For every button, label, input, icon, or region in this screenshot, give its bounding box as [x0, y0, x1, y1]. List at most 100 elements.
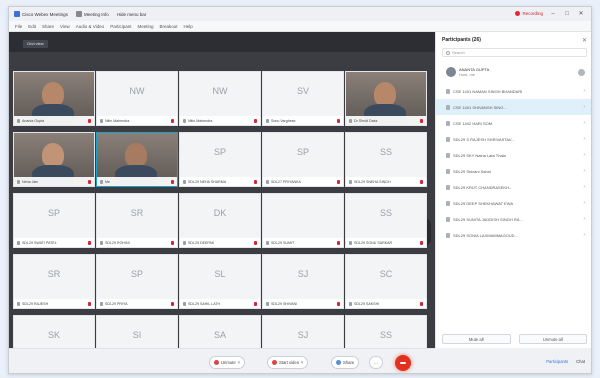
participant-tile[interactable]: SP SDL27 PRIYANKA	[262, 132, 344, 187]
participants-button[interactable]: Participants	[546, 359, 568, 364]
participant-initials: NW	[212, 86, 228, 96]
share-button[interactable]: Share	[331, 356, 360, 369]
chevron-right-icon[interactable]: ›	[583, 104, 585, 110]
chevron-right-icon[interactable]: ›	[583, 136, 585, 142]
chevron-down-icon[interactable]: ˅	[238, 360, 240, 365]
end-meeting-button[interactable]	[395, 355, 411, 371]
phone-icon	[446, 216, 450, 222]
menu-item[interactable]: Help	[183, 24, 192, 29]
menu-item[interactable]: Participant	[110, 24, 131, 29]
participant-name: SDL29 SUMIT	[271, 240, 295, 245]
mic-muted-icon	[171, 118, 174, 123]
unmute-all-button[interactable]: Unmute all	[518, 334, 587, 344]
participant-tile[interactable]: Neha Jain	[13, 132, 95, 187]
phone-icon	[446, 232, 450, 238]
participant-initials: SS	[379, 208, 392, 218]
menu-item[interactable]: Share	[42, 24, 54, 29]
tab-hide-menu[interactable]: Hide menu bar	[117, 12, 147, 17]
start-video-button[interactable]: Start video ˅	[267, 356, 309, 369]
unmute-button[interactable]: Unmute ˅	[209, 356, 246, 369]
participant-tile[interactable]: SS SDL29 SNEHA SINGH	[345, 132, 427, 187]
participant-initials: DK	[213, 208, 227, 218]
recording-indicator[interactable]: Recording	[515, 11, 543, 16]
mic-icon	[17, 240, 20, 245]
participant-tile[interactable]: SP SDL29 SWATI PATEL	[13, 193, 95, 248]
mic-muted-icon	[254, 179, 257, 184]
participant-host-row[interactable]: ANANTA GUPTA Host, me	[436, 61, 591, 83]
participant-tile[interactable]: SS SDL29 SONU SARKAR	[345, 193, 427, 248]
participant-name: Ananta Gupta	[22, 118, 45, 123]
participant-name: SDL29 SAKSHI	[354, 301, 380, 306]
close-icon[interactable]: ✕	[577, 10, 585, 17]
tile-caption: Dr Shruti Dass	[346, 116, 426, 125]
participant-tile[interactable]: SP SDL29 NEHA SHARMA	[179, 132, 261, 187]
participant-tile[interactable]: Dr Shruti Dass	[345, 71, 427, 126]
chat-button[interactable]: Chat	[576, 359, 585, 364]
participant-name: Me	[105, 179, 110, 184]
mic-icon[interactable]	[578, 68, 585, 76]
restore-icon[interactable]: □	[563, 11, 571, 17]
chevron-right-icon[interactable]: ›	[583, 152, 585, 158]
participant-tile[interactable]: NW Nitin Mahendra	[96, 71, 178, 126]
participant-tile[interactable]: SR SDL29 ROHINI	[96, 193, 178, 248]
participant-row[interactable]: SDL29 SKY Naina Lata Thala ›	[436, 147, 591, 163]
participant-row[interactable]: CSE 1401 NAMAN SINGH BHANDARI ›	[436, 83, 591, 99]
chevron-right-icon[interactable]: ›	[583, 168, 585, 174]
participant-row-name: SDL29 S RAJESH SHRIVASTAV...	[453, 136, 515, 142]
participant-tile[interactable]: NW Nitin Mahendra	[179, 71, 261, 126]
record-icon	[515, 11, 521, 16]
participant-row[interactable]: SDL29 SUNITA JAGDISH SINGH RA... ›	[436, 211, 591, 227]
participant-row[interactable]: SDL29 DEEP SHEKHAWAT EWA ›	[436, 195, 591, 211]
chevron-down-icon[interactable]: ˅	[301, 360, 303, 365]
participant-tile[interactable]: SP SDL29 PRIYA	[96, 254, 178, 309]
phone-icon	[446, 168, 450, 174]
close-panel-icon[interactable]: ✕	[582, 37, 587, 44]
participant-tile[interactable]: SV Sonu Varghese	[262, 71, 344, 126]
participant-tile[interactable]: SJ SDL29 SHIVANI	[262, 254, 344, 309]
participant-tile[interactable]: DK SDL29 DEEPAK	[179, 193, 261, 248]
participant-initials: SR	[130, 208, 144, 218]
mute-all-button[interactable]: Mute all	[442, 334, 511, 344]
person-head	[42, 82, 64, 106]
menu-item[interactable]: Audio & Video	[76, 24, 104, 29]
chevron-right-icon[interactable]: ›	[583, 88, 585, 94]
participants-panel: Participants (26) ✕ Search ANANTA GUPTA …	[435, 32, 591, 348]
participant-search-input[interactable]: Search	[442, 48, 587, 57]
participant-name: Neha Jain	[22, 179, 39, 184]
menu-item[interactable]: View	[60, 24, 70, 29]
person-head	[374, 82, 396, 106]
title-bar: Cisco Webex Meetings Meeting Info Hide m…	[9, 7, 591, 21]
more-options-button[interactable]: …	[369, 356, 383, 369]
chevron-right-icon[interactable]: ›	[583, 216, 585, 222]
chevron-right-icon[interactable]: ›	[583, 200, 585, 206]
participant-row[interactable]: CSE 1402 HARI SOM ›	[436, 115, 591, 131]
mic-icon	[266, 118, 269, 123]
menu-item[interactable]: Edit	[28, 24, 36, 29]
participant-row[interactable]: SDL29 Shivani Sahni ›	[436, 163, 591, 179]
participant-row[interactable]: CSE 1401 SHIVANSH SING... ›	[436, 99, 591, 115]
participant-tile[interactable]: SDL29 SUMIT	[262, 193, 344, 248]
participant-tile[interactable]: SL SDL29 SAHIL LATH	[179, 254, 261, 309]
participant-tile[interactable]: Ananta Gupta	[13, 71, 95, 126]
tile-caption: SDL29 DEEPAK	[180, 238, 260, 247]
participant-tile[interactable]: SC SDL29 SAKSHI	[345, 254, 427, 309]
participant-tile[interactable]: Me	[96, 132, 178, 187]
layout-button[interactable]: Grid view	[23, 40, 48, 48]
participant-tile[interactable]: SR SDL29 RAJESH	[13, 254, 95, 309]
participants-footer: Mute all Unmute all	[436, 330, 591, 348]
minimize-icon[interactable]: –	[549, 11, 557, 17]
menu-item[interactable]: Meeting	[137, 24, 153, 29]
chevron-right-icon[interactable]: ›	[583, 232, 585, 238]
participant-row[interactable]: SDL29 S RAJESH SHRIVASTAV... ›	[436, 131, 591, 147]
tab-meeting-info[interactable]: Meeting Info	[75, 11, 109, 17]
mic-muted-icon	[337, 118, 340, 123]
participant-row[interactable]: SDL29 KRUT CHANDRASEKH... ›	[436, 179, 591, 195]
participant-row[interactable]: SDL29 SONIA LAXMAMMAGOUD... ›	[436, 227, 591, 243]
tile-caption: SDL29 SAKSHI	[346, 299, 426, 308]
tile-caption: SDL29 RAJESH	[14, 299, 94, 308]
participant-row-name: SDL29 SONIA LAXMAMMAGOUD...	[453, 232, 518, 238]
chevron-right-icon[interactable]: ›	[583, 120, 585, 126]
menu-item[interactable]: File	[15, 24, 22, 29]
menu-item[interactable]: Breakout	[159, 24, 177, 29]
chevron-right-icon[interactable]: ›	[583, 184, 585, 190]
